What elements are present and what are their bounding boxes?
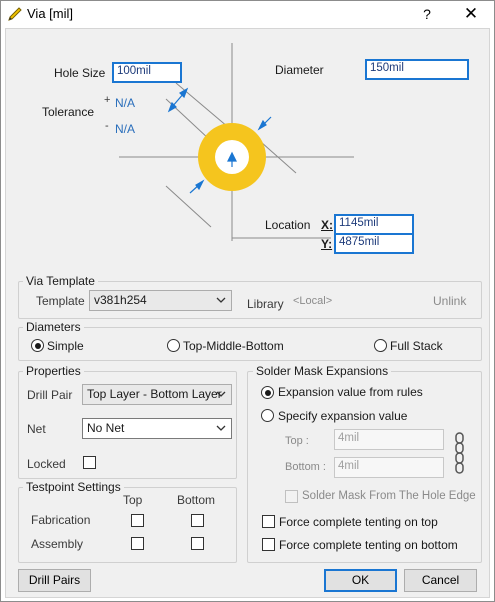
location-y-label: Y:	[321, 237, 333, 251]
solder-mask-title: Solder Mask Expansions	[253, 364, 392, 378]
net-select-value: No Net	[87, 421, 125, 435]
tent-top-label[interactable]: Force complete tenting on top	[279, 515, 438, 529]
chevron-down-icon	[216, 297, 226, 303]
expansion-bottom-input[interactable]: 4mil	[334, 457, 444, 478]
template-label: Template	[36, 294, 85, 308]
hole-edge-label: Solder Mask From The Hole Edge	[302, 490, 476, 502]
hole-edge-checkbox[interactable]	[285, 490, 298, 503]
expansion-top-input[interactable]: 4mil	[334, 429, 444, 450]
testpoint-row-assembly: Assembly	[31, 537, 84, 551]
location-label: Location	[265, 218, 311, 232]
radio-expansion-from-rules-label[interactable]: Expansion value from rules	[278, 385, 423, 399]
drill-pair-select[interactable]: Top Layer - Bottom Layer	[82, 384, 232, 405]
radio-full-stack[interactable]	[374, 339, 387, 352]
template-select-value: v381h254	[94, 293, 147, 307]
tent-top-checkbox[interactable]	[262, 515, 275, 528]
location-y-input[interactable]: 4875mil	[334, 233, 414, 254]
properties-title: Properties	[23, 364, 84, 378]
testpoint-title: Testpoint Settings	[23, 480, 124, 494]
net-label: Net	[27, 422, 46, 436]
tent-bottom-checkbox[interactable]	[262, 538, 275, 551]
help-button[interactable]: ?	[412, 3, 442, 25]
expansion-bottom-label: Bottom :	[285, 461, 326, 473]
location-x-input[interactable]: 1145mil	[334, 214, 414, 235]
chevron-down-icon	[216, 391, 226, 397]
radio-specify-expansion-label[interactable]: Specify expansion value	[278, 409, 407, 423]
close-button[interactable]: ✕	[453, 3, 489, 25]
radio-specify-expansion[interactable]	[261, 409, 274, 422]
drill-pairs-button[interactable]: Drill Pairs	[18, 569, 91, 592]
title-bar: Via [mil] ? ✕	[1, 1, 494, 27]
via-dialog: Via [mil] ? ✕ Hole Size 100mil Tolerance…	[0, 0, 495, 602]
testpoint-col-top: Top	[123, 493, 143, 507]
assembly-bottom-checkbox[interactable]	[191, 537, 204, 550]
radio-simple[interactable]	[31, 339, 44, 352]
tolerance-minus-value[interactable]: N/A	[115, 122, 135, 136]
location-x-label: X:	[321, 218, 333, 232]
diameter-label: Diameter	[275, 63, 324, 77]
drill-pair-label: Drill Pair	[27, 388, 73, 402]
cancel-button[interactable]: Cancel	[404, 569, 477, 592]
radio-full-stack-label[interactable]: Full Stack	[390, 339, 443, 353]
radio-expansion-from-rules[interactable]	[261, 386, 274, 399]
diameter-input[interactable]: 150mil	[365, 59, 469, 80]
fabrication-bottom-checkbox[interactable]	[191, 514, 204, 527]
hole-size-label: Hole Size	[54, 66, 106, 80]
testpoint-col-bottom: Bottom	[177, 493, 216, 507]
template-select[interactable]: v381h254	[89, 290, 232, 311]
chain-link-icon[interactable]	[454, 432, 466, 474]
radio-top-middle-bottom[interactable]	[167, 339, 180, 352]
net-select[interactable]: No Net	[82, 418, 232, 439]
tolerance-plus-sign: +	[104, 94, 111, 106]
expansion-top-label: Top :	[285, 435, 309, 447]
locked-label: Locked	[27, 457, 66, 471]
via-template-title: Via Template	[23, 274, 98, 288]
hole-size-input[interactable]: 100mil	[112, 62, 182, 83]
tolerance-label: Tolerance	[42, 105, 95, 119]
tolerance-minus-sign: -	[105, 120, 109, 132]
radio-simple-label[interactable]: Simple	[47, 339, 84, 353]
dialog-client-area: Hole Size 100mil Tolerance + N/A - N/A D…	[5, 28, 490, 598]
tolerance-plus-value[interactable]: N/A	[115, 96, 135, 110]
drill-pair-select-value: Top Layer - Bottom Layer	[87, 387, 222, 401]
window-title: Via [mil]	[27, 6, 73, 21]
assembly-top-checkbox[interactable]	[131, 537, 144, 550]
diameters-title: Diameters	[23, 320, 84, 334]
radio-top-middle-bottom-label[interactable]: Top-Middle-Bottom	[183, 339, 284, 353]
locked-checkbox[interactable]	[83, 456, 96, 469]
tent-bottom-label[interactable]: Force complete tenting on bottom	[279, 538, 458, 552]
chevron-down-icon	[216, 425, 226, 431]
unlink-button[interactable]: Unlink	[433, 294, 466, 308]
pcb-pen-icon	[7, 6, 23, 22]
diameter-guide-1	[165, 185, 212, 228]
hole-size-arrow-icon	[167, 87, 189, 113]
fabrication-top-checkbox[interactable]	[131, 514, 144, 527]
library-label: Library	[247, 297, 284, 311]
testpoint-row-fabrication: Fabrication	[31, 513, 91, 527]
library-value: <Local>	[293, 295, 333, 307]
ok-button[interactable]: OK	[324, 569, 397, 592]
